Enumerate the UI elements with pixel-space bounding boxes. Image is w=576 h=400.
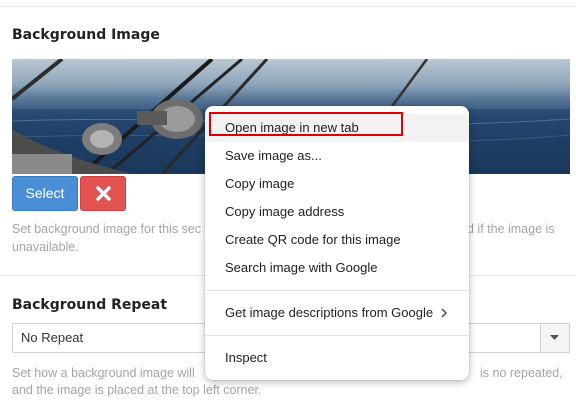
menu-item-label: Copy image address [225, 204, 345, 219]
menu-item-label: Get image descriptions from Google [225, 305, 434, 320]
repeat-help-text-line2: and the image is placed at the top left … [12, 383, 262, 397]
remove-image-button[interactable] [80, 176, 126, 211]
menu-item-inspect[interactable]: Inspect [205, 344, 469, 372]
menu-item-search-image-google[interactable]: Search image with Google [205, 254, 469, 282]
background-repeat-title: Background Repeat [12, 297, 168, 313]
context-menu: Open image in new tab Save image as... C… [205, 106, 469, 380]
menu-item-save-image-as[interactable]: Save image as... [205, 142, 469, 170]
background-image-title: Background Image [12, 27, 160, 43]
menu-item-label: Create QR code for this image [225, 232, 401, 247]
menu-item-get-image-descriptions[interactable]: Get image descriptions from Google [205, 299, 469, 327]
background-repeat-value: No Repeat [21, 330, 84, 345]
menu-separator [205, 290, 469, 291]
menu-item-label: Search image with Google [225, 260, 378, 275]
menu-item-copy-image-address[interactable]: Copy image address [205, 198, 469, 226]
menu-item-label: Open image in new tab [225, 120, 359, 135]
dropdown-toggle[interactable] [540, 324, 569, 352]
menu-item-open-image-new-tab[interactable]: Open image in new tab [205, 114, 469, 142]
select-image-button[interactable]: Select [12, 176, 78, 211]
menu-separator [205, 335, 469, 336]
background-help-text-end: d if the image is [467, 222, 555, 236]
menu-item-label: Inspect [225, 350, 267, 365]
menu-item-create-qr-code[interactable]: Create QR code for this image [205, 226, 469, 254]
menu-item-label: Save image as... [225, 148, 322, 163]
menu-item-copy-image[interactable]: Copy image [205, 170, 469, 198]
close-icon [95, 186, 111, 201]
caret-down-icon [550, 335, 559, 340]
background-help-text-start: Set background image for this sec [12, 222, 201, 236]
chevron-right-icon [441, 308, 447, 318]
menu-item-label: Copy image [225, 176, 295, 191]
top-divider [0, 6, 576, 7]
